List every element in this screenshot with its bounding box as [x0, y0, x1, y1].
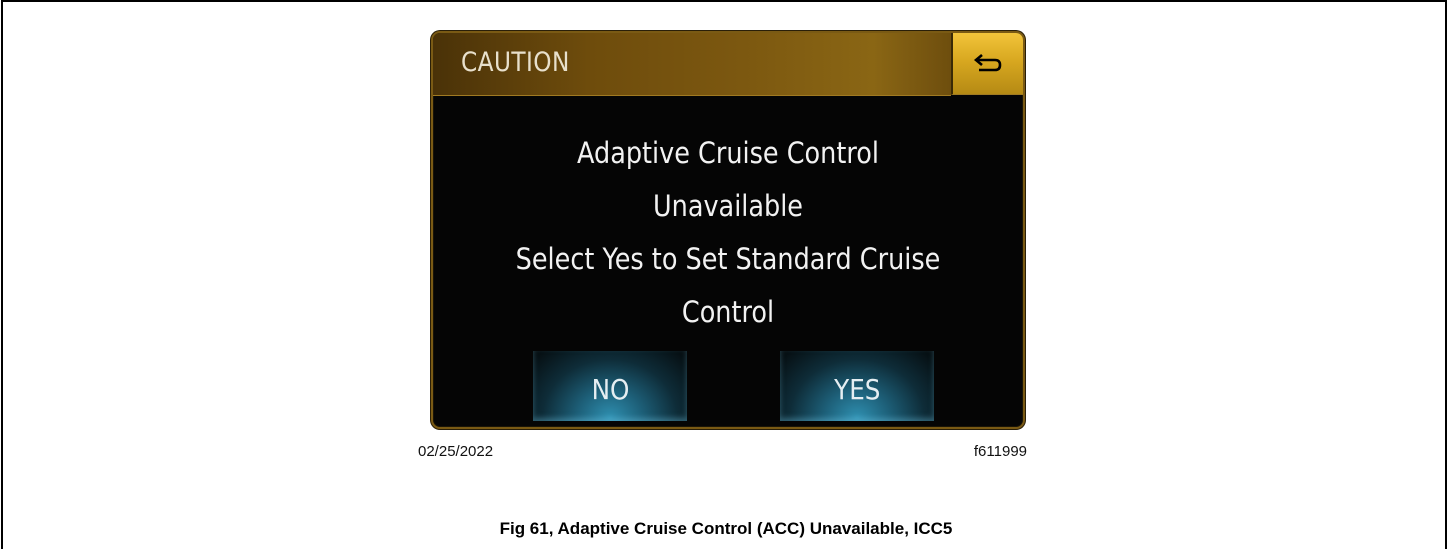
message-line: Control [681, 295, 775, 329]
figure-code: f611999 [973, 443, 1027, 460]
back-button[interactable] [951, 33, 1023, 95]
caution-message: Adaptive Cruise Control Unavailable Sele… [433, 127, 1023, 339]
yes-button[interactable]: YES [780, 351, 934, 421]
message-line: Unavailable [652, 189, 804, 223]
figure-caption: Fig 61, Adaptive Cruise Control (ACC) Un… [499, 519, 953, 538]
message-line: Adaptive Cruise Control [576, 136, 879, 170]
caution-display: CAUTION Adaptive Cruise Control Unavaila… [431, 31, 1025, 429]
figure-date: 02/25/2022 [418, 443, 494, 460]
back-arrow-icon [973, 53, 1002, 71]
yes-button-label: YES [833, 372, 881, 406]
no-button[interactable]: NO [533, 351, 687, 421]
no-button-label: NO [591, 372, 629, 406]
title-bar: CAUTION [433, 33, 951, 96]
dialog-title: CAUTION [461, 47, 570, 78]
message-line: Select Yes to Set Standard Cruise [515, 242, 941, 276]
